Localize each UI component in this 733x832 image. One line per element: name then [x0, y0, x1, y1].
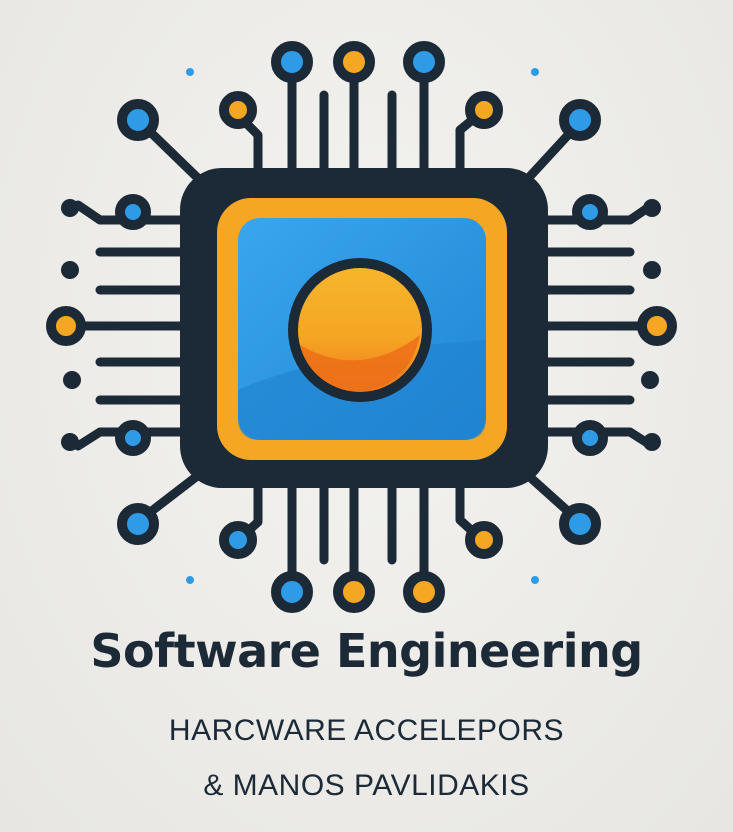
logo-subtitle: HARCWARE ACCELEPORS — [168, 714, 565, 747]
chip-icon — [46, 41, 677, 613]
logo-canvas: Software Engineering HARCWARE ACCELEPORS… — [0, 0, 733, 832]
logo-title: Software Engineering — [90, 624, 643, 678]
logo-author: & MANOS PAVLIDAKIS — [203, 769, 530, 802]
